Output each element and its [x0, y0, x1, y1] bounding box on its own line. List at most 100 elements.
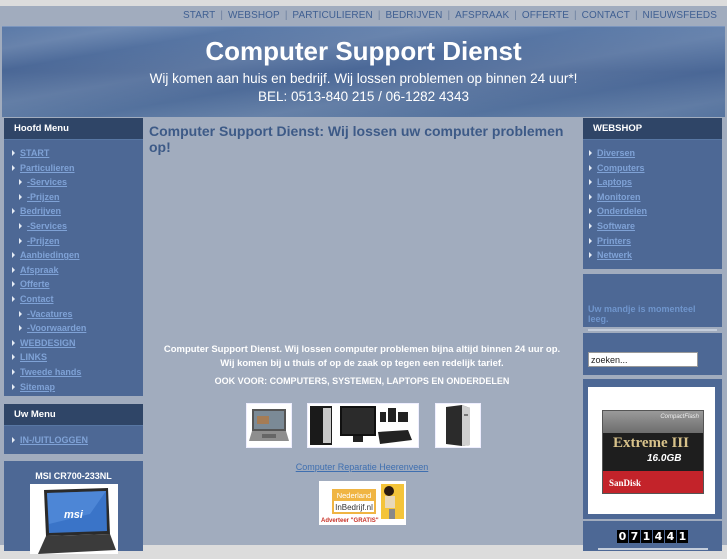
nav-item-bedrijven[interactable]: BEDRIJVEN — [385, 10, 442, 21]
shop-item-software[interactable]: Software — [583, 219, 722, 234]
counter-digit: 1 — [677, 530, 688, 543]
menu-link[interactable]: START — [20, 148, 49, 158]
menu-item-contact[interactable]: Contact — [4, 292, 143, 307]
menu-item-tweede-hands[interactable]: Tweede hands — [4, 365, 143, 380]
shop-item-diversen[interactable]: Diversen — [583, 146, 722, 161]
laptop-image[interactable]: msi — [29, 484, 118, 554]
menu-link[interactable]: LINKS — [20, 352, 47, 362]
arrow-right-icon — [12, 368, 15, 375]
arrow-right-icon — [589, 208, 592, 215]
menu-item-login[interactable]: IN-/UITLOGGEN — [4, 433, 143, 448]
arrow-right-icon — [589, 150, 592, 156]
nav-item-start[interactable]: START — [183, 10, 215, 21]
menu-item-prijzen[interactable]: -Prijzen — [4, 190, 143, 205]
menu-link[interactable]: Netwerk — [597, 250, 632, 260]
menu-link[interactable]: Computers — [597, 163, 645, 173]
arrow-right-icon — [19, 237, 22, 244]
inbedrijf-banner[interactable]: Nederland InBedrijf.nl Adverteer "GRATIS… — [319, 481, 406, 525]
menu-link[interactable]: Printers — [597, 236, 631, 246]
menu-item-vacatures[interactable]: -Vacatures — [4, 307, 143, 322]
menu-item-offerte[interactable]: Offerte — [4, 277, 143, 292]
promo-image[interactable]: CompactFlash Extreme III 16.0GB SanDisk — [588, 387, 715, 514]
menu-link[interactable]: Laptops — [597, 177, 632, 187]
menu-item-webdesign[interactable]: WEBDESIGN — [4, 336, 143, 351]
menu-item-services[interactable]: -Services — [4, 219, 143, 234]
webshop-title: WEBSHOP — [583, 118, 722, 140]
menu-item-links[interactable]: LINKS — [4, 350, 143, 365]
banner-line-2: InBedrijf.nl — [335, 503, 373, 512]
shop-item-monitoren[interactable]: Monitoren — [583, 190, 722, 205]
site-title: Computer Support Dienst — [205, 36, 522, 66]
intro-paragraph: Computer Support Dienst. Wij lossen comp… — [145, 343, 579, 371]
desktop-set-photo[interactable] — [307, 403, 419, 448]
cart-status: Uw mandje is momenteel leeg. — [588, 304, 717, 331]
arrow-right-icon — [19, 179, 22, 186]
menu-item-start[interactable]: START — [4, 146, 143, 161]
menu-link[interactable]: Particulieren — [20, 163, 75, 173]
nav-item-webshop[interactable]: WEBSHOP — [228, 10, 280, 21]
user-menu-title: Uw Menu — [4, 404, 143, 426]
main-content: Computer Support Dienst: Wij lossen uw c… — [145, 118, 579, 551]
menu-item-bedrijven[interactable]: Bedrijven — [4, 204, 143, 219]
menu-link[interactable]: Onderdelen — [597, 206, 647, 216]
arrow-right-icon — [12, 150, 15, 156]
site-header: Computer Support Dienst Wij komen aan hu… — [2, 26, 725, 117]
menu-item-aanbiedingen[interactable]: Aanbiedingen — [4, 248, 143, 263]
menu-link[interactable]: Monitoren — [597, 192, 641, 202]
main-menu-list: START Particulieren -Services -Prijzen Bedri… — [4, 140, 143, 394]
pc-tower-photo[interactable] — [435, 403, 481, 448]
menu-link[interactable]: Diversen — [597, 148, 635, 158]
counter-digit: 7 — [629, 530, 640, 543]
menu-link[interactable]: -Prijzen — [27, 236, 60, 246]
nav-separator: | — [284, 10, 288, 21]
menu-link[interactable]: -Vacatures — [27, 309, 73, 319]
menu-item-voorwaarden[interactable]: -Voorwaarden — [4, 321, 143, 336]
menu-item-services[interactable]: -Services — [4, 175, 143, 190]
menu-item-sitemap[interactable]: Sitemap — [4, 380, 143, 395]
arrow-right-icon — [589, 164, 592, 171]
menu-link[interactable]: Afspraak — [20, 265, 59, 275]
menu-link[interactable]: Sitemap — [20, 382, 55, 392]
msi-logo: msi — [64, 509, 84, 521]
arrow-right-icon — [12, 437, 15, 443]
page: START | WEBSHOP | PARTICULIEREN | BEDRIJVEN | AF… — [0, 6, 727, 554]
nav-item-particulieren[interactable]: PARTICULIEREN — [292, 10, 372, 21]
arrow-right-icon — [589, 237, 592, 244]
nav-item-contact[interactable]: CONTACT — [582, 10, 630, 21]
shop-item-computers[interactable]: Computers — [583, 161, 722, 176]
arrow-right-icon — [19, 193, 22, 200]
search-input[interactable] — [588, 352, 698, 367]
user-menu-panel: Uw Menu IN-/UITLOGGEN — [4, 404, 143, 454]
shop-item-netwerk[interactable]: Netwerk — [583, 248, 722, 263]
menu-link[interactable]: Software — [597, 221, 635, 231]
intro-line-2: Wij komen bij u thuis of op de zaak op t… — [220, 358, 504, 369]
menu-link[interactable]: -Services — [27, 221, 67, 231]
menu-link[interactable]: Contact — [20, 294, 54, 304]
menu-link[interactable]: -Prijzen — [27, 192, 60, 202]
nav-separator: | — [377, 10, 381, 21]
menu-item-prijzen[interactable]: -Prijzen — [4, 234, 143, 249]
shop-item-onderdelen[interactable]: Onderdelen — [583, 204, 722, 219]
menu-item-particulieren[interactable]: Particulieren — [4, 161, 143, 176]
login-link[interactable]: IN-/UITLOGGEN — [20, 435, 88, 445]
shop-item-laptops[interactable]: Laptops — [583, 175, 722, 190]
menu-link[interactable]: Offerte — [20, 279, 50, 289]
menu-link[interactable]: WEBDESIGN — [20, 338, 76, 348]
arrow-right-icon — [12, 354, 15, 361]
nav-item-afspraak[interactable]: AFSPRAAK — [455, 10, 509, 21]
menu-link[interactable]: -Services — [27, 177, 67, 187]
banner-line-3: Adverteer "GRATIS" — [321, 518, 379, 524]
search-panel — [583, 333, 722, 375]
laptop-photo[interactable] — [246, 403, 292, 448]
menu-item-afspraak[interactable]: Afspraak — [4, 263, 143, 278]
menu-link[interactable]: Bedrijven — [20, 206, 61, 216]
nav-item-offerte[interactable]: OFFERTE — [522, 10, 569, 21]
computer-repair-link[interactable]: Computer Reparatie Heerenveen — [296, 462, 429, 472]
menu-link[interactable]: Aanbiedingen — [20, 250, 80, 260]
menu-link[interactable]: Tweede hands — [20, 367, 81, 377]
main-menu-panel: Hoofd Menu START Particulieren -Services -P… — [4, 118, 143, 396]
shop-item-printers[interactable]: Printers — [583, 234, 722, 249]
banner-line-1: Nederland — [337, 491, 372, 500]
menu-link[interactable]: -Voorwaarden — [27, 323, 86, 333]
nav-item-nieuwsfeeds[interactable]: NIEUWSFEEDS — [643, 10, 717, 21]
